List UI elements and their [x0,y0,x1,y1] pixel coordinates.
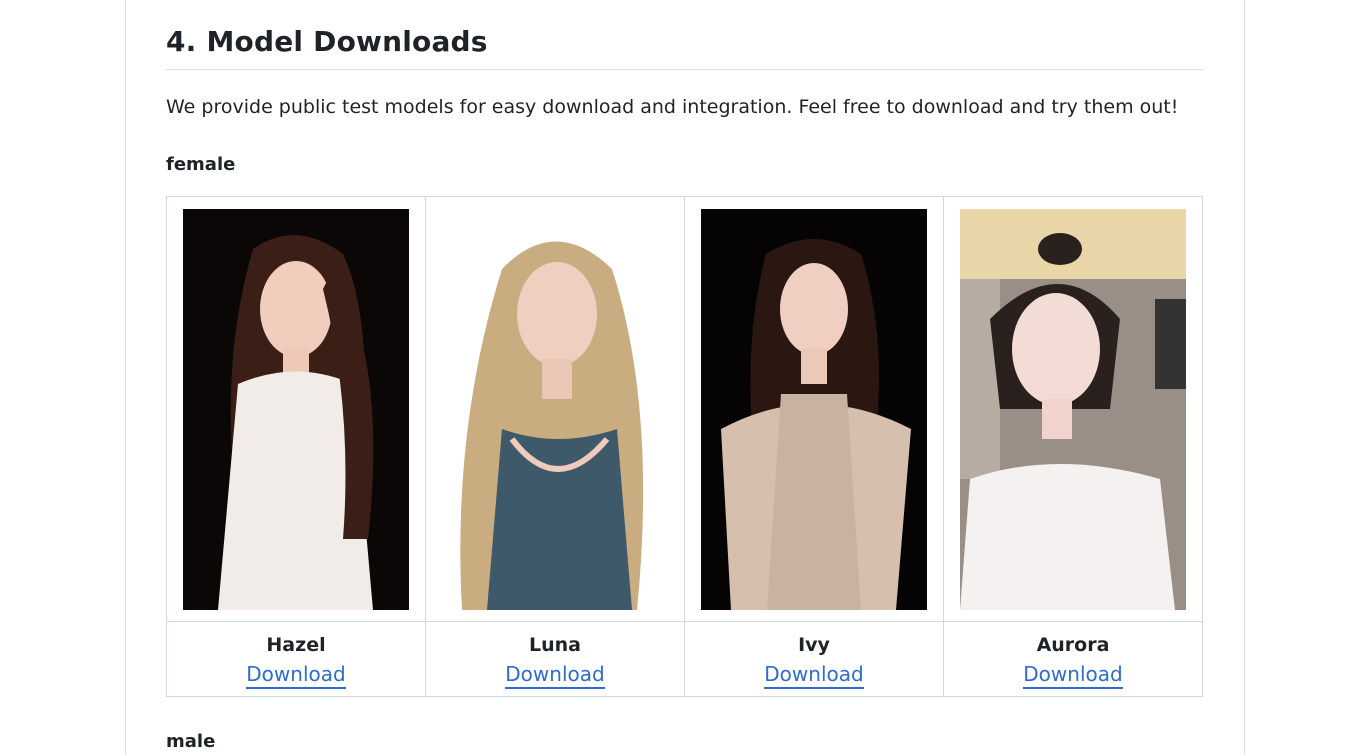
portrait-row [166,196,1203,622]
download-link-luna[interactable]: Download [505,661,605,689]
model-name: Luna [529,633,581,656]
section-heading: 4. Model Downloads [166,24,1203,70]
model-name: Aurora [1036,633,1110,656]
section-intro: We provide public test models for easy d… [166,96,1179,118]
model-info-luna: Luna Download [425,621,685,697]
article-panel: 4. Model Downloads We provide public tes… [125,0,1245,755]
model-name: Ivy [798,633,830,656]
info-row: Hazel Download Luna Download Ivy Downloa… [166,621,1203,697]
portrait-image [701,208,927,610]
model-info-ivy: Ivy Download [684,621,944,697]
portrait-luna [442,208,668,610]
model-info-aurora: Aurora Download [943,621,1203,697]
group-heading-female: female [166,154,236,175]
model-cell-aurora [943,196,1203,622]
model-cell-hazel [166,196,426,622]
portrait-hazel [183,208,409,610]
portrait-aurora [960,208,1186,610]
model-cell-ivy [684,196,944,622]
model-name: Hazel [266,633,326,656]
portrait-ivy [701,208,927,610]
model-info-hazel: Hazel Download [166,621,426,697]
group-heading-male: male [166,731,216,752]
portrait-image [183,208,409,610]
female-models-table: Hazel Download Luna Download Ivy Downloa… [166,196,1203,697]
portrait-image [960,208,1186,610]
portrait-image [442,208,668,610]
download-link-ivy[interactable]: Download [764,661,864,689]
download-link-aurora[interactable]: Download [1023,661,1123,689]
model-cell-luna [425,196,685,622]
download-link-hazel[interactable]: Download [246,661,346,689]
